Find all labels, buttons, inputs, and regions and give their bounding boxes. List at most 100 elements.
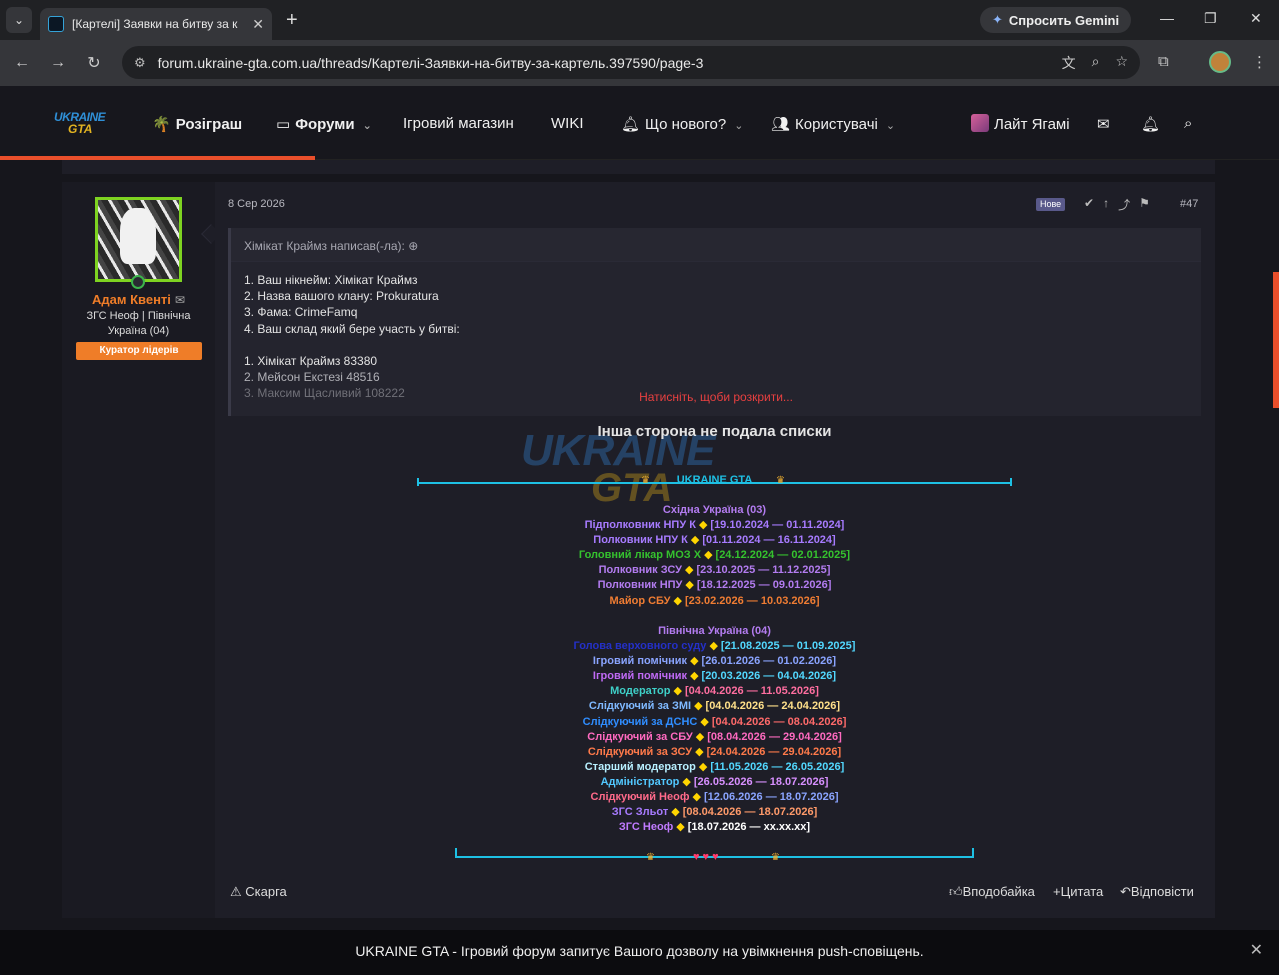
bookmark-icon[interactable]: ⚑: [1139, 196, 1150, 213]
role-dates: [11.05.2026 — 26.05.2026]: [710, 760, 845, 773]
new-tab-icon[interactable]: +: [286, 9, 298, 32]
forward-icon[interactable]: →: [40, 54, 76, 72]
search-icon[interactable]: ⌕: [1184, 115, 1192, 132]
reload-icon[interactable]: ↻: [76, 53, 112, 73]
site-settings-icon[interactable]: ⚙: [134, 55, 146, 71]
signature-role-row: Підполковник НПУ К ◆ [19.10.2024 — 01.11.2…: [228, 518, 1201, 533]
nav-shop[interactable]: Ігровий магазин: [403, 115, 514, 132]
diamond-icon: ◆: [682, 775, 691, 788]
quote-line: 4. Ваш склад який бере участь у битві:: [244, 321, 460, 336]
diamond-icon: ◆: [671, 806, 680, 819]
site-logo[interactable]: UKRAINE GTA: [54, 110, 110, 138]
nav-whats-new[interactable]: 🔔︎ Що нового? ⌄: [621, 115, 743, 133]
arrow-up-circle-icon[interactable]: ⊕: [408, 239, 418, 253]
role-dates: [01.11.2024 — 16.11.2024]: [702, 534, 836, 547]
browser-tab[interactable]: [Картелі] Заявки на битву за к ✕: [40, 8, 272, 40]
up-arrow-icon[interactable]: ↑: [1103, 196, 1109, 213]
reply-icon: ↶: [1120, 884, 1131, 899]
signature-role-row: Ігровий помічник ◆ [26.01.2026 — 01.02.202…: [228, 654, 1201, 669]
signature-role-row: Слідкуючий за ЗМІ ◆ [04.04.2026 — 24.04.20…: [228, 699, 1201, 714]
role-name: Слідкуючий за ДСНС: [582, 715, 698, 728]
inbox-icon[interactable]: ✉: [1097, 115, 1110, 133]
section-title: Східна Україна (03): [662, 504, 767, 516]
nav-users-label: Користувачі: [795, 116, 878, 133]
scrollbar-thumb[interactable]: [1273, 272, 1279, 408]
minimize-icon[interactable]: —: [1160, 10, 1174, 26]
diamond-icon: ◆: [673, 594, 682, 607]
diamond-icon: ◆: [690, 534, 700, 547]
mark-read-icon[interactable]: ✔: [1084, 196, 1094, 213]
extensions-icon[interactable]: ⧉: [1158, 53, 1169, 70]
diamond-icon: ◆: [709, 640, 718, 653]
post-actions: ✔ ↑ ⤴ ⚑: [1084, 196, 1150, 213]
account-menu[interactable]: Лайт Ягамі: [971, 114, 1070, 133]
role-dates: [23.02.2026 — 10.03.2026]: [685, 594, 820, 607]
online-status-icon: [131, 275, 145, 289]
diamond-icon: ◆: [676, 821, 685, 834]
message-icon[interactable]: ✉: [175, 293, 185, 307]
back-icon[interactable]: ←: [4, 54, 40, 72]
logo-text-bottom: GTA: [68, 122, 93, 136]
tab-search-button[interactable]: ⌄: [6, 7, 32, 33]
role-dates: [19.10.2024 — 01.11.2024]: [710, 519, 845, 532]
zoom-icon[interactable]: ⌕: [1092, 53, 1100, 73]
chevron-down-icon[interactable]: ⌄: [886, 120, 895, 132]
nav-users[interactable]: 👥︎ Користувачі ⌄: [771, 115, 895, 133]
role-name: Майор СБУ: [609, 594, 671, 607]
close-tab-icon[interactable]: ✕: [252, 16, 264, 33]
users-icon: 👥︎: [771, 116, 791, 133]
gemini-icon: ✦: [992, 12, 1003, 27]
role-dates: [24.04.2026 — 29.04.2026]: [706, 745, 842, 758]
gemini-button[interactable]: ✦ Спросить Gemini: [980, 7, 1132, 33]
nav-forums[interactable]: ▭ Форуми ⌄: [276, 115, 372, 133]
reply-button[interactable]: ↶Відповісти: [1120, 884, 1194, 900]
chevron-down-icon[interactable]: ⌄: [363, 120, 372, 132]
diamond-icon: ◆: [685, 564, 694, 577]
browser-menu-icon[interactable]: ⋮: [1252, 53, 1267, 71]
post-date[interactable]: 8 Сер 2026: [228, 198, 285, 210]
translate-icon[interactable]: 文: [1062, 53, 1076, 73]
like-button[interactable]: 👍︎Вподобайка: [949, 884, 1035, 900]
role-dates: [26.05.2026 — 18.07.2026]: [693, 775, 829, 788]
diamond-icon: ◆: [698, 519, 708, 532]
warning-icon: ⚠: [230, 884, 242, 899]
quote-button[interactable]: +Цитата: [1053, 884, 1103, 899]
role-name: Підполковник НПУ К: [584, 519, 696, 532]
nav-giveaway[interactable]: 🌴 Розіграш: [152, 115, 242, 133]
author-name[interactable]: Адам Квенті ✉: [62, 292, 215, 307]
close-icon[interactable]: ✕: [1250, 930, 1263, 972]
quote-block[interactable]: Хімікат Краймз написав(-ла): ⊕ 1. Ваш ні…: [228, 228, 1201, 416]
favicon-icon: [48, 16, 64, 32]
close-window-icon[interactable]: ✕: [1250, 10, 1262, 27]
post-number[interactable]: #47: [1180, 198, 1198, 210]
bookmark-star-icon[interactable]: ☆: [1115, 53, 1128, 73]
role-name: Модератор: [610, 685, 671, 698]
role-name: Полковник НПУ: [597, 579, 683, 592]
report-button[interactable]: ⚠ Скарга: [230, 884, 287, 900]
signature-title: UKRAINE GTA: [676, 474, 753, 486]
chevron-down-icon[interactable]: ⌄: [734, 120, 743, 132]
author-avatar[interactable]: [95, 197, 182, 282]
quote-line: 2. Назва вашого клану: Prokuratura: [244, 289, 439, 304]
role-name: Старший модератор: [584, 760, 696, 773]
palm-icon: 🌴: [152, 116, 171, 133]
diamond-icon: ◆: [692, 791, 701, 804]
quote-header[interactable]: Хімікат Краймз написав(-ла): ⊕: [231, 228, 1201, 262]
thumbs-up-icon: 👍︎: [949, 884, 963, 899]
alerts-icon[interactable]: 🔔︎: [1141, 115, 1160, 133]
share-icon[interactable]: ⤴: [1118, 196, 1130, 213]
signature-role-row: Адміністратор ◆ [26.05.2026 — 18.07.2026]: [228, 775, 1201, 790]
role-name: Слідкуючий Неоф: [590, 791, 690, 804]
role-dates: [24.12.2024 — 02.01.2025]: [715, 549, 851, 562]
profile-avatar[interactable]: [1209, 51, 1231, 73]
role-name: Адміністратор: [600, 775, 680, 788]
diamond-icon: ◆: [698, 760, 708, 773]
diamond-icon: ◆: [690, 655, 699, 668]
address-bar[interactable]: ⚙ forum.ukraine-gta.com.ua/threads/Карте…: [122, 46, 1140, 79]
nav-wiki[interactable]: WIKI: [551, 115, 584, 132]
maximize-icon[interactable]: ❐: [1204, 10, 1217, 27]
role-name: Слідкуючий за ЗМІ: [588, 700, 692, 713]
expand-quote-link[interactable]: Натисніть, щоби розкрити...: [231, 390, 1201, 404]
reply-label: Відповісти: [1130, 884, 1194, 899]
diamond-icon: ◆: [685, 579, 694, 592]
